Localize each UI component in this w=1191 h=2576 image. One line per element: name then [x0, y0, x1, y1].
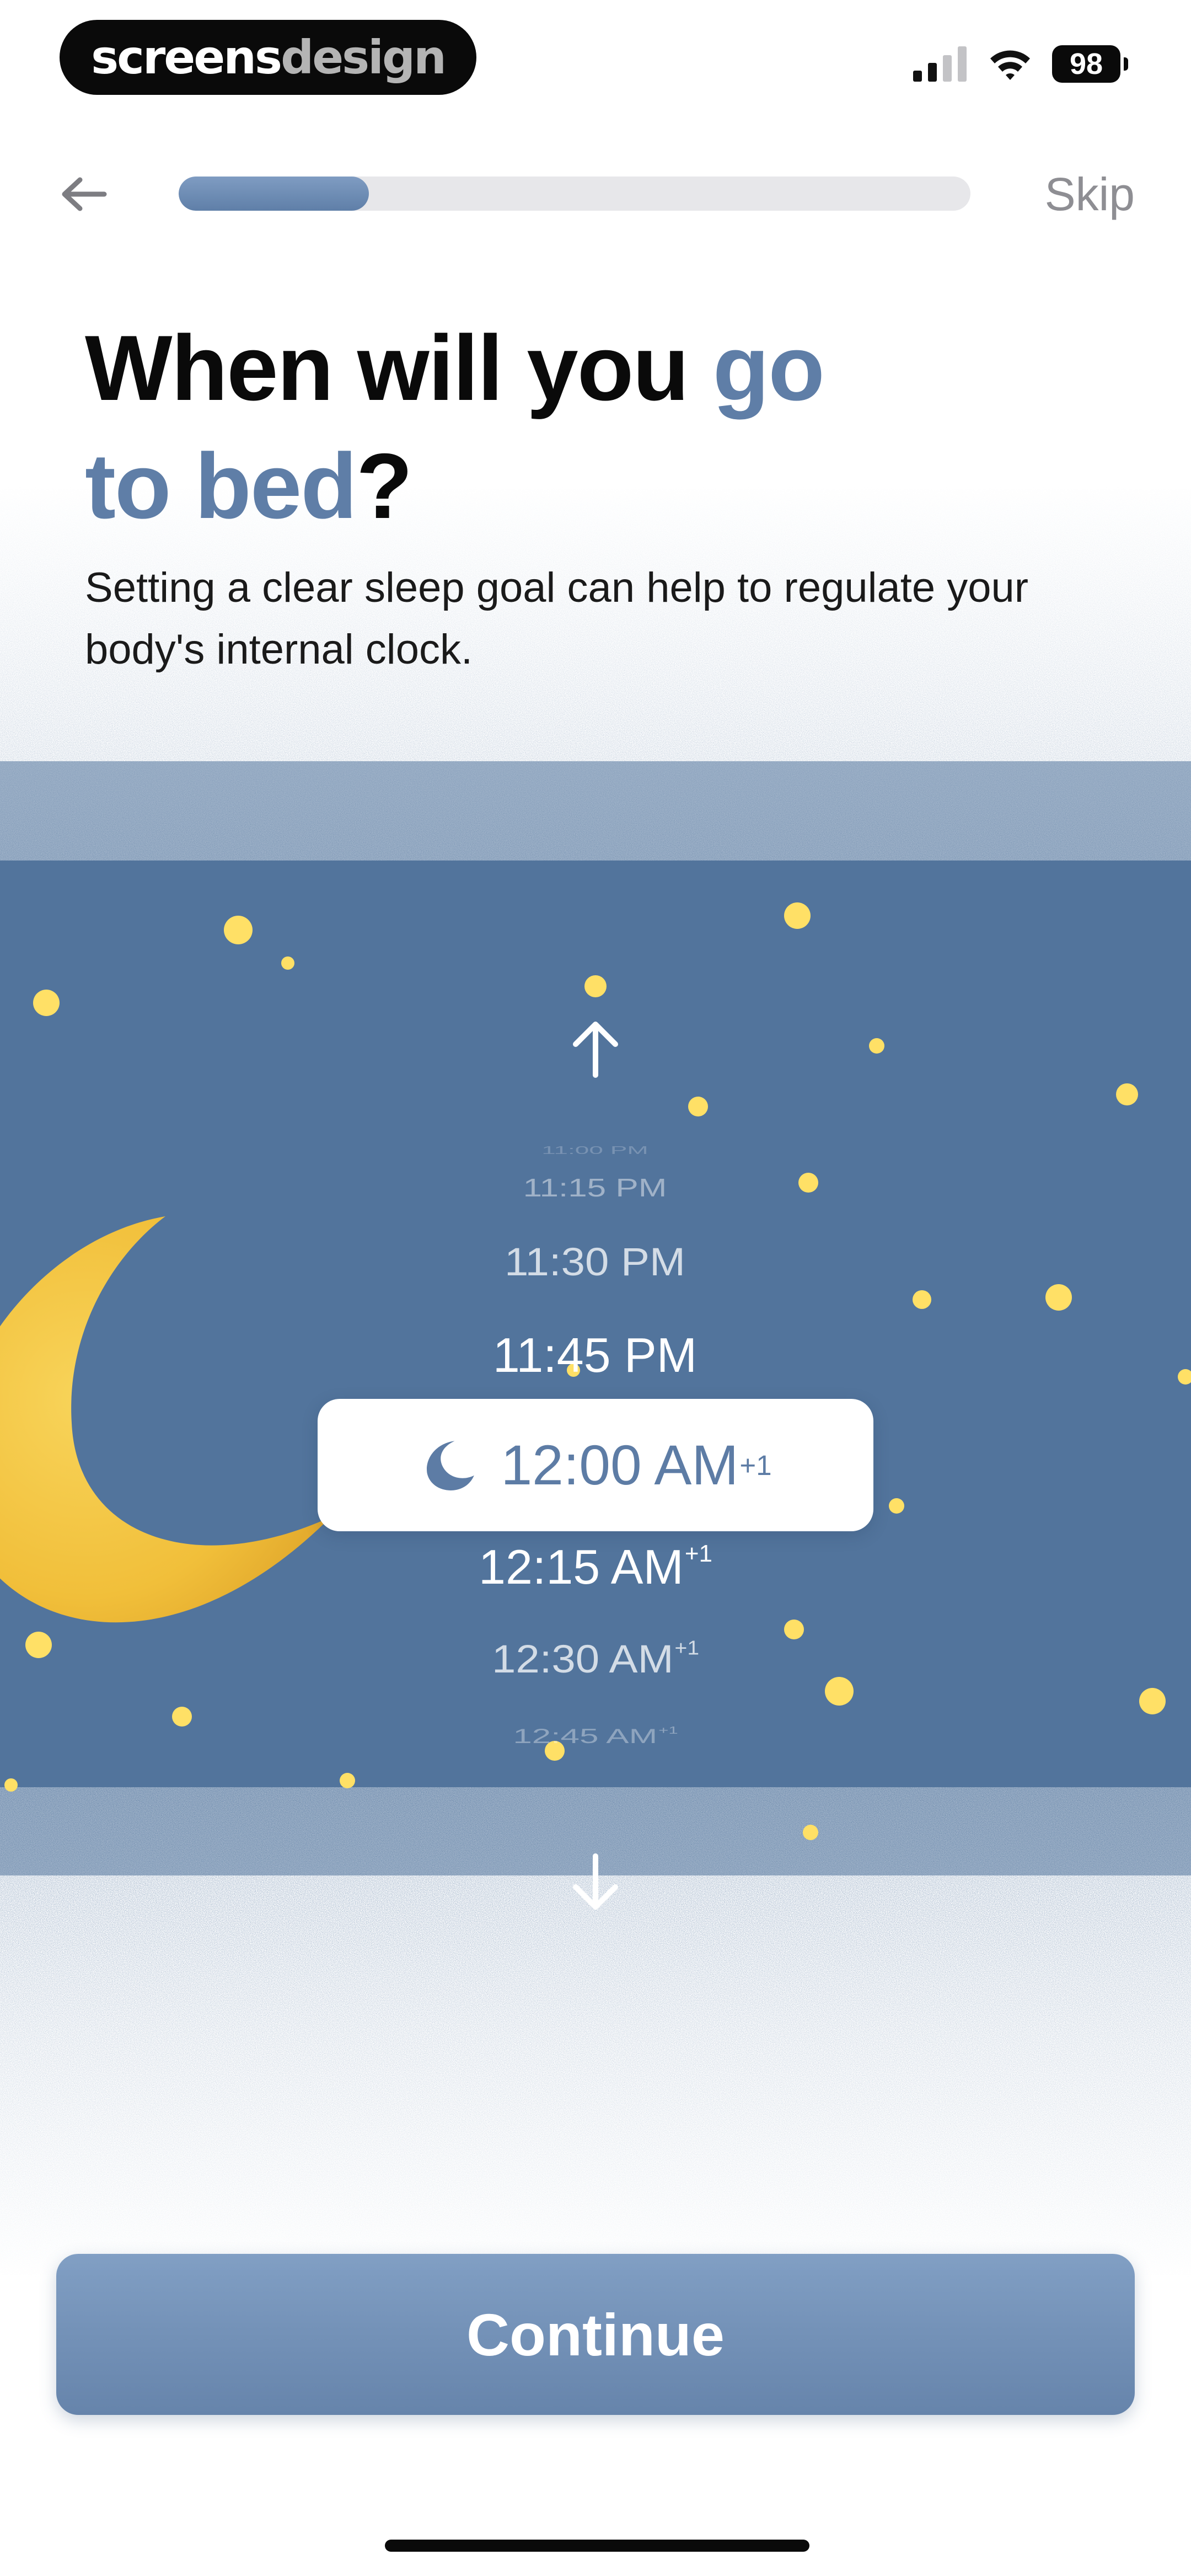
time-option[interactable]: 11:15 PM [320, 1173, 871, 1203]
battery-indicator: 98 [1052, 45, 1128, 83]
status-icons: 98 [913, 45, 1128, 83]
time-option[interactable]: 11:30 PM [320, 1239, 871, 1285]
selected-time[interactable]: 12:00 AM +1 [318, 1399, 873, 1531]
time-option-label: 11:30 PM [504, 1239, 686, 1284]
moon-icon [0, 1216, 331, 1623]
time-option[interactable]: 11:45 PM [320, 1327, 871, 1383]
battery-cap [1124, 57, 1128, 71]
time-option[interactable]: 11:00 PM [320, 1143, 871, 1157]
home-indicator [385, 2540, 809, 2552]
time-option-label: 11:15 PM [523, 1173, 667, 1203]
time-option-next-day: +1 [674, 1637, 700, 1659]
time-option[interactable]: 12:30 AM+1 [320, 1636, 871, 1682]
battery-level: 98 [1069, 47, 1103, 81]
time-option[interactable]: 12:45 AM+1 [320, 1724, 871, 1748]
scroll-down-button[interactable] [562, 1849, 629, 1915]
time-option-next-day: +1 [658, 1724, 678, 1736]
brand-secondary: design [281, 30, 447, 84]
arrow-down-icon [573, 1853, 618, 1910]
page-title: When will you go to bed? [85, 309, 1122, 545]
title-accent-1: go [712, 316, 825, 420]
moon-icon [427, 1441, 475, 1490]
scroll-up-button[interactable] [562, 1016, 629, 1082]
arrow-up-icon [573, 1022, 618, 1078]
time-option[interactable]: 12:15 AM+1 [320, 1539, 871, 1595]
brand-badge: screens design [60, 20, 476, 95]
page-subtitle: Setting a clear sleep goal can help to r… [85, 564, 1029, 673]
back-button[interactable] [53, 165, 115, 223]
time-option-label: 11:45 PM [492, 1328, 698, 1382]
skip-button[interactable]: Skip [1045, 165, 1135, 223]
selected-time-label: 12:00 AM [501, 1433, 739, 1497]
time-option-next-day: +1 [684, 1540, 712, 1568]
time-option-label: 12:15 AM [479, 1540, 684, 1594]
status-bar: screens design 98 [0, 0, 1191, 116]
time-option-label: 12:30 AM [491, 1636, 674, 1681]
screen: screens design 98 Skip When will you go … [0, 0, 1191, 2576]
time-option-label: 12:45 AM [513, 1724, 658, 1748]
brand-primary: screens [91, 30, 282, 84]
time-option-label: 11:00 PM [541, 1143, 648, 1157]
title-text: When will you [85, 316, 713, 420]
selected-time-next-day: +1 [739, 1449, 772, 1481]
title-accent-2: to bed [85, 434, 357, 538]
wifi-icon [990, 50, 1030, 80]
title-question-mark: ? [356, 434, 413, 538]
progress-bar [179, 177, 970, 211]
cellular-signal-icon [913, 46, 967, 82]
continue-button[interactable]: Continue [56, 2254, 1135, 2415]
arrow-left-icon [62, 177, 107, 211]
progress-bar-fill [179, 177, 369, 211]
